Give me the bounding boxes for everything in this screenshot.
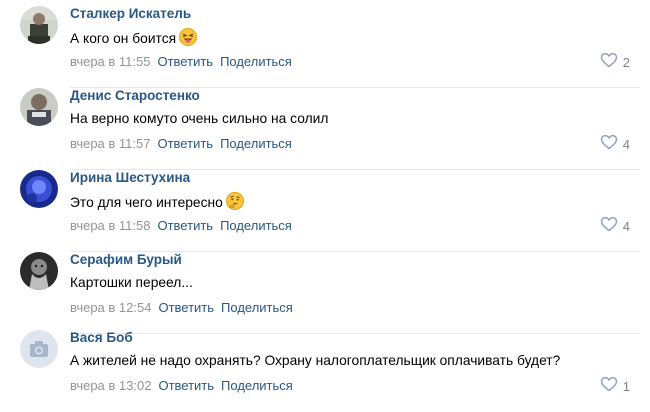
like-count: 2 <box>622 54 630 70</box>
avatar[interactable] <box>20 330 58 368</box>
reply-link[interactable]: Ответить <box>157 218 213 233</box>
heart-icon <box>600 52 618 73</box>
comment-time[interactable]: вчера в 11:57 <box>70 136 150 151</box>
comment-meta: вчера в 11:55 Ответить Поделиться <box>70 54 292 70</box>
share-link[interactable]: Поделиться <box>220 54 292 69</box>
like-button[interactable]: 4 <box>600 134 630 155</box>
share-link[interactable]: Поделиться <box>220 136 292 151</box>
comment-time[interactable]: вчера в 13:02 <box>70 378 151 393</box>
comment-meta: вчера в 13:02 Ответить Поделиться <box>70 378 293 394</box>
avatar[interactable] <box>20 170 58 208</box>
comment-text-content: Это для чего интересно <box>70 195 223 211</box>
comment-time[interactable]: вчера в 11:55 <box>70 54 150 69</box>
comment-text: Это для чего интересно <box>70 192 244 215</box>
heart-icon <box>600 216 618 237</box>
like-count: 4 <box>622 136 630 152</box>
share-link[interactable]: Поделиться <box>221 300 293 315</box>
share-link[interactable]: Поделиться <box>221 378 293 393</box>
like-button[interactable]: 2 <box>600 52 630 73</box>
comment-text: А жителей не надо охранять? Охрану налог… <box>70 353 561 368</box>
comment-meta: вчера в 11:57 Ответить Поделиться <box>70 136 292 152</box>
comment-text-content: А кого он боится <box>70 31 177 47</box>
share-link[interactable]: Поделиться <box>220 218 292 233</box>
comment-author[interactable]: Сталкер Искатель <box>70 6 191 22</box>
like-button[interactable]: 1 <box>600 376 630 397</box>
comment-author[interactable]: Вася Боб <box>70 330 133 346</box>
like-count: 4 <box>622 218 630 234</box>
avatar[interactable] <box>20 88 58 126</box>
reply-link[interactable]: Ответить <box>157 54 213 69</box>
comment-author[interactable]: Серафим Бурый <box>70 252 182 268</box>
reply-link[interactable]: Ответить <box>157 136 213 151</box>
comments-list: Сталкер Искатель А кого он боится вчера … <box>0 0 650 404</box>
like-button[interactable]: 4 <box>600 216 630 237</box>
comment-item: Вася Боб А жителей не надо охранять? Охр… <box>0 330 650 412</box>
comment-meta: вчера в 12:54 Ответить Поделиться <box>70 300 293 316</box>
comment-meta: вчера в 11:58 Ответить Поделиться <box>70 218 292 234</box>
like-count: 1 <box>622 378 630 394</box>
comment-author[interactable]: Денис Старостенко <box>70 88 200 104</box>
comment-text: На верно комуто очень сильно на солил <box>70 111 329 126</box>
heart-icon <box>600 134 618 155</box>
comment-time[interactable]: вчера в 12:54 <box>70 300 151 315</box>
comment-author[interactable]: Ирина Шестухина <box>70 170 190 186</box>
comment-item: Денис Старостенко На верно комуто очень … <box>0 88 650 170</box>
avatar[interactable] <box>20 252 58 290</box>
comment-item: Серафим Бурый Картошки переел... вчера в… <box>0 252 650 334</box>
avatar[interactable] <box>20 6 58 44</box>
tongue-out-squint-emoji-icon <box>179 28 198 51</box>
comment-text: Картошки переел... <box>70 275 193 290</box>
comment-text: А кого он боится <box>70 28 198 51</box>
comment-item: Ирина Шестухина Это для чего интересно в… <box>0 170 650 252</box>
comment-item: Сталкер Искатель А кого он боится вчера … <box>0 6 650 88</box>
reply-link[interactable]: Ответить <box>158 378 214 393</box>
heart-icon <box>600 376 618 397</box>
thinking-face-emoji-icon <box>225 192 244 215</box>
reply-link[interactable]: Ответить <box>158 300 214 315</box>
comment-time[interactable]: вчера в 11:58 <box>70 218 150 233</box>
